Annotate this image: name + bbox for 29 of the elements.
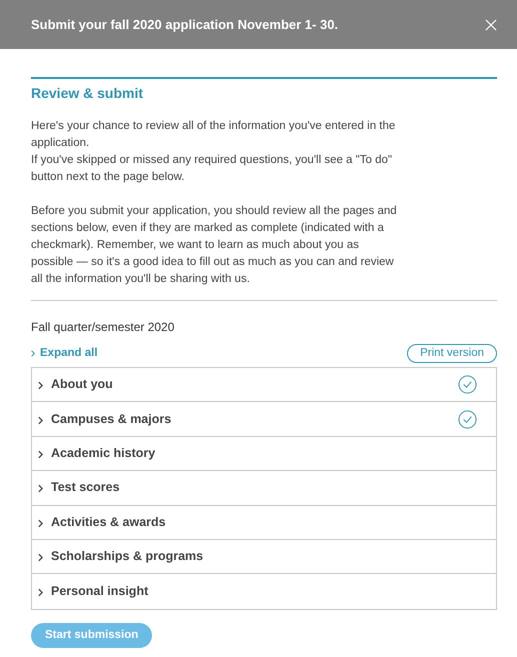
section-label: Personal insight bbox=[51, 583, 148, 600]
chevron-icon bbox=[38, 588, 43, 598]
chevron-icon bbox=[38, 484, 43, 494]
banner-text: Submit your fall 2020 application November 1- 30. bbox=[31, 16, 338, 34]
section-label: Academic history bbox=[51, 445, 156, 462]
section-row[interactable]: About you bbox=[32, 368, 496, 402]
section-label: Activities & awards bbox=[51, 514, 166, 531]
chevron-icon bbox=[38, 450, 43, 459]
section-row[interactable]: Campuses & majors bbox=[32, 402, 496, 437]
chevron-icon bbox=[38, 416, 43, 425]
section-row[interactable]: Academic history bbox=[32, 436, 496, 472]
chevron-icon bbox=[31, 350, 35, 357]
close-icon[interactable] bbox=[485, 18, 497, 30]
section-label: About you bbox=[51, 376, 113, 394]
section-label: Campuses & majors bbox=[51, 410, 172, 428]
section-row[interactable]: Personal insight bbox=[32, 574, 496, 609]
intro-text: If you've skipped or missed any required questions, you'll see a "To do" button next to the page below. bbox=[31, 153, 393, 185]
page-title: Review & submit bbox=[31, 84, 144, 103]
section-label: Scholarships & programs bbox=[51, 548, 204, 566]
term-label: Fall quarter/semester 2020 bbox=[31, 319, 174, 336]
section-label: Test scores bbox=[51, 479, 120, 496]
section-row[interactable]: Test scores bbox=[32, 471, 496, 506]
chevron-icon bbox=[38, 381, 43, 390]
section-row[interactable]: Activities & awards bbox=[32, 506, 496, 540]
chevron-icon bbox=[38, 553, 43, 562]
section-row[interactable]: Scholarships & programs bbox=[32, 540, 496, 574]
intro-text: Before you submit your application, you should review all the pages and sections below, even if they are marked as complete (indicated with a checkmark). Remember, we want to learn as much about you as possible — so it's a good idea to fill out as much as you can and review all the information you'll be sharing with us. bbox=[31, 204, 398, 287]
chevron-icon bbox=[38, 518, 43, 528]
intro-text: Here's your chance to review all of the information you've entered in the application. bbox=[31, 119, 396, 151]
